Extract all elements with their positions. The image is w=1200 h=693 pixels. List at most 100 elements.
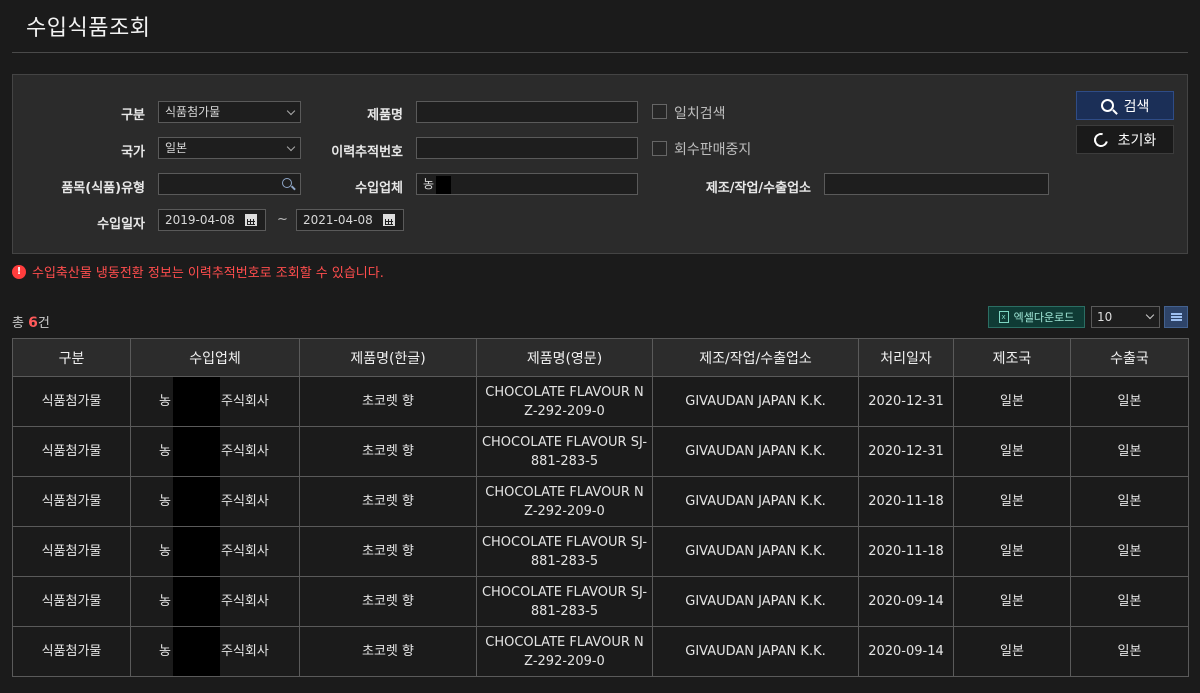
name-ko-text: 초코렛 향 [362, 444, 414, 459]
name-en-cell: CHOCOLATE FLAVOUR NZ-292-209-0 [476, 476, 653, 527]
made-in-text: 일본 [1000, 644, 1024, 659]
refresh-icon [1091, 129, 1111, 150]
maker-text: GIVAUDAN JAPAN K.K. [685, 444, 826, 459]
table-row[interactable]: 식품첨가물 농 주식회사 초코렛 향 CHOCOLATE FLAVOUR SJ-881-… [12, 526, 1189, 577]
importer-name-end: 주식회사 [221, 544, 269, 559]
name-en-text: CHOCOLATE FLAVOUR SJ-881-283-5 [481, 584, 648, 619]
importer-name-end: 주식회사 [221, 644, 269, 659]
export-from-text: 일본 [1117, 594, 1142, 609]
excel-download-button[interactable]: x 엑셀다운로드 [988, 306, 1085, 328]
search-icon[interactable] [282, 178, 292, 188]
title-divider [12, 52, 1188, 53]
date-text: 2020-12-31 [868, 444, 944, 459]
product-name-input[interactable] [416, 101, 638, 123]
category-text: 식품첨가물 [41, 544, 102, 559]
recall-label: 회수판매중지 [674, 142, 752, 158]
importer-cell: 농 주식회사 [130, 376, 300, 427]
redaction-block [436, 175, 452, 194]
table-row[interactable]: 식품첨가물 농 주식회사 초코렛 향 CHOCOLATE FLAVOUR NZ-292-… [12, 376, 1189, 427]
maker-cell: GIVAUDAN JAPAN K.K. [652, 426, 859, 477]
importer-name-start: 농 [159, 594, 171, 609]
importer-name-end: 주식회사 [221, 444, 269, 459]
table-row[interactable]: 식품첨가물 농 주식회사 초코렛 향 CHOCOLATE FLAVOUR SJ-881-… [12, 426, 1189, 477]
manufacturer-input[interactable] [824, 173, 1049, 195]
category-cell: 식품첨가물 [12, 526, 131, 577]
notice-text: 수입축산물 냉동전환 정보는 이력추적번호로 조회할 수 있습니다. [32, 266, 384, 281]
importer-cell: 농 주식회사 [130, 426, 300, 477]
date-from-value: 2019-04-08 [165, 213, 235, 227]
category-select[interactable]: 식품첨가물 [158, 101, 301, 123]
importer-name-start: 농 [159, 644, 171, 659]
importer-cell: 농 주식회사 [130, 626, 300, 677]
date-text: 2020-09-14 [868, 594, 944, 609]
name-en-cell: CHOCOLATE FLAVOUR SJ-881-283-5 [476, 526, 653, 577]
calendar-icon[interactable] [383, 214, 395, 226]
search-panel: 구분 식품첨가물 제품명 일치검색 국가 일본 이력추적번호 회수판매중지 품목… [12, 74, 1188, 254]
export-from-cell: 일본 [1070, 426, 1189, 477]
made-in-cell: 일본 [953, 626, 1071, 677]
export-from-text: 일본 [1117, 644, 1142, 659]
page-title: 수입식품조회 [26, 16, 151, 41]
importer-input[interactable]: 농 [416, 173, 638, 195]
redaction-block [173, 377, 220, 426]
made-in-cell: 일본 [953, 376, 1071, 427]
name-en-text: CHOCOLATE FLAVOUR SJ-881-283-5 [481, 434, 648, 469]
category-cell: 식품첨가물 [12, 376, 131, 427]
export-from-cell: 일본 [1070, 626, 1189, 677]
date-cell: 2020-11-18 [858, 526, 954, 577]
category-cell: 식품첨가물 [12, 626, 131, 677]
name-ko-text: 초코렛 향 [362, 594, 414, 609]
country-select[interactable]: 일본 [158, 137, 301, 159]
name-ko-cell: 초코렛 향 [299, 376, 477, 427]
country-label: 국가 [121, 145, 145, 160]
name-ko-text: 초코렛 향 [362, 644, 414, 659]
table-row[interactable]: 식품첨가물 농 주식회사 초코렛 향 CHOCOLATE FLAVOUR NZ-292-… [12, 476, 1189, 527]
importer-name-start: 농 [159, 544, 171, 559]
column-header: 구분 [12, 338, 131, 377]
filter-icon [1171, 313, 1182, 321]
filter-button[interactable] [1164, 306, 1188, 328]
date-from-input[interactable]: 2019-04-08 [158, 209, 266, 231]
column-header: 제품명(영문) [476, 338, 653, 377]
name-ko-cell: 초코렛 향 [299, 426, 477, 477]
name-ko-cell: 초코렛 향 [299, 526, 477, 577]
calendar-icon[interactable] [245, 214, 257, 226]
table-row[interactable]: 식품첨가물 농 주식회사 초코렛 향 CHOCOLATE FLAVOUR SJ-881-… [12, 576, 1189, 627]
export-from-text: 일본 [1117, 544, 1142, 559]
item-type-label: 품목(식품)유형 [61, 181, 145, 196]
export-from-text: 일본 [1117, 494, 1142, 509]
trace-no-input[interactable] [416, 137, 638, 159]
total-count: 6 [28, 315, 38, 331]
page-size-select[interactable]: 10 [1091, 306, 1160, 328]
name-en-text: CHOCOLATE FLAVOUR NZ-292-209-0 [485, 484, 644, 519]
category-cell: 식품첨가물 [12, 426, 131, 477]
notice-message: ! 수입축산물 냉동전환 정보는 이력추적번호로 조회할 수 있습니다. [12, 262, 384, 281]
reset-button[interactable]: 초기화 [1076, 125, 1174, 154]
date-cell: 2020-12-31 [858, 426, 954, 477]
name-ko-cell: 초코렛 향 [299, 626, 477, 677]
made-in-cell: 일본 [953, 526, 1071, 577]
date-to-input[interactable]: 2021-04-08 [296, 209, 404, 231]
made-in-text: 일본 [1000, 394, 1024, 409]
exact-match-label: 일치검색 [674, 106, 726, 122]
category-text: 식품첨가물 [41, 394, 102, 409]
maker-cell: GIVAUDAN JAPAN K.K. [652, 376, 859, 427]
category-cell: 식품첨가물 [12, 476, 131, 527]
export-from-text: 일본 [1117, 394, 1142, 409]
export-from-cell: 일본 [1070, 376, 1189, 427]
date-text: 2020-11-18 [868, 494, 944, 509]
item-type-input[interactable] [158, 173, 301, 195]
column-header: 처리일자 [858, 338, 954, 377]
table-row[interactable]: 식품첨가물 농 주식회사 초코렛 향 CHOCOLATE FLAVOUR NZ-292-… [12, 626, 1189, 677]
redaction-block [173, 577, 220, 626]
search-button-label: 검색 [1123, 98, 1150, 115]
import-date-label: 수입일자 [97, 217, 145, 232]
excel-download-label: 엑셀다운로드 [1013, 311, 1075, 324]
search-button[interactable]: 검색 [1076, 91, 1174, 120]
exact-match-checkbox[interactable] [652, 104, 667, 119]
made-in-text: 일본 [1000, 594, 1024, 609]
importer-name-start: 농 [159, 494, 171, 509]
recall-checkbox[interactable] [652, 141, 667, 156]
maker-cell: GIVAUDAN JAPAN K.K. [652, 476, 859, 527]
alert-icon: ! [12, 264, 26, 279]
